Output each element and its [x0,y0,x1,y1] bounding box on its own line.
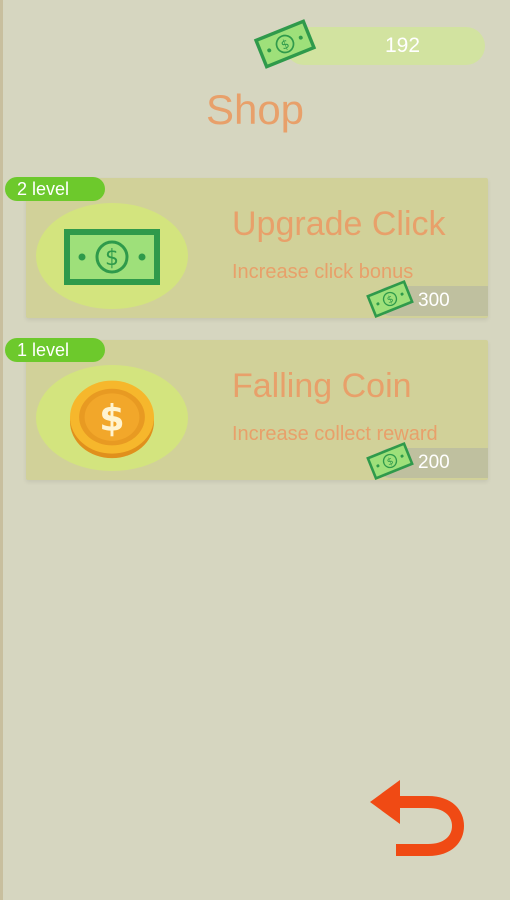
level-badge: 1 level [5,338,105,362]
level-badge: 2 level [5,177,105,201]
item-description: Increase collect reward [232,423,438,445]
page-title: Shop [205,86,305,133]
item-name: Falling Coin [232,367,412,405]
dollar-coin-icon: $ [70,380,154,459]
item-name: Upgrade Click [232,205,446,243]
banknote-icon: $ [64,229,160,285]
balance-value: 192 [384,34,421,57]
svg-text:$: $ [99,397,124,440]
item-price: 200 [418,452,450,473]
item-price: 300 [418,290,450,311]
back-arrow-icon[interactable] [366,778,470,862]
svg-text:$: $ [105,246,119,271]
item-description: Increase click bonus [232,261,414,283]
